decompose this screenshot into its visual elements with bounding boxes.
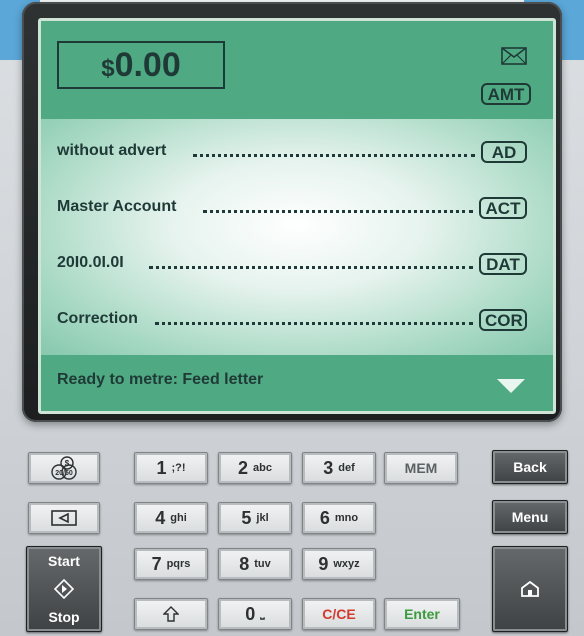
rates-icon: $ 20/50	[51, 456, 77, 480]
menu-row-advert[interactable]: without advert AD	[57, 141, 537, 165]
dot-leader	[155, 322, 473, 325]
dat-softkey[interactable]: DAT	[479, 253, 527, 275]
amount-value: 0.00	[114, 45, 181, 84]
dot-leader	[203, 210, 473, 213]
dot-leader	[149, 266, 473, 269]
envelope-icon	[501, 47, 527, 65]
start-label: Start	[48, 553, 80, 569]
start-stop-button[interactable]: Start Stop	[26, 546, 102, 632]
home-icon	[521, 580, 539, 597]
status-message: Ready to metre: Feed letter	[57, 371, 264, 388]
menu-row-correction[interactable]: Correction COR	[57, 309, 537, 333]
menu-button[interactable]: Menu	[492, 500, 568, 534]
key-1[interactable]: 1;?!	[134, 452, 208, 484]
key-2[interactable]: 2 abc	[218, 452, 292, 484]
mem-button[interactable]: MEM	[384, 452, 458, 484]
key-3[interactable]: 3 def	[302, 452, 376, 484]
shift-icon	[163, 606, 179, 622]
menu-row-label: without advert	[57, 142, 167, 159]
ad-softkey[interactable]: AD	[481, 141, 527, 163]
display-back-button[interactable]	[28, 502, 100, 534]
home-button[interactable]	[492, 546, 568, 632]
menu-row-date[interactable]: 20I0.0I.0I DAT	[57, 253, 537, 277]
menu-row-label: 20I0.0I.0I	[57, 254, 124, 271]
dot-leader	[193, 154, 475, 157]
key-8[interactable]: 8 tuv	[218, 548, 292, 580]
stop-label: Stop	[48, 609, 80, 625]
amount-display: $0.00	[57, 41, 225, 89]
menu-row-label: Master Account	[57, 198, 177, 215]
left-arrow-icon	[51, 510, 77, 526]
shift-button[interactable]	[134, 598, 208, 630]
clear-button[interactable]: C/CE	[302, 598, 376, 630]
down-arrow-icon[interactable]	[497, 379, 525, 393]
key-0[interactable]: 0 ⎵	[218, 598, 292, 630]
key-5[interactable]: 5 jkl	[218, 502, 292, 534]
rates-values: 20/50	[55, 470, 73, 477]
rates-button[interactable]: $ 20/50	[28, 452, 100, 484]
amt-softkey[interactable]: AMT	[481, 83, 531, 105]
key-4[interactable]: 4 ghi	[134, 502, 208, 534]
lcd-screen: $0.00 AMT without advert AD Master Accou…	[38, 18, 556, 414]
status-bar: Ready to metre: Feed letter	[41, 355, 553, 411]
menu-list: without advert AD Master Account ACT 20I…	[41, 119, 553, 355]
key-9[interactable]: 9 wxyz	[302, 548, 376, 580]
enter-button[interactable]: Enter	[384, 598, 460, 630]
menu-row-label: Correction	[57, 310, 138, 327]
back-button[interactable]: Back	[492, 450, 568, 484]
currency-symbol: $	[101, 55, 115, 82]
diamond-icon	[54, 579, 74, 599]
cor-softkey[interactable]: COR	[479, 309, 527, 331]
key-6[interactable]: 6 mno	[302, 502, 376, 534]
act-softkey[interactable]: ACT	[479, 197, 527, 219]
key-7[interactable]: 7 pqrs	[134, 548, 208, 580]
menu-row-account[interactable]: Master Account ACT	[57, 197, 537, 221]
